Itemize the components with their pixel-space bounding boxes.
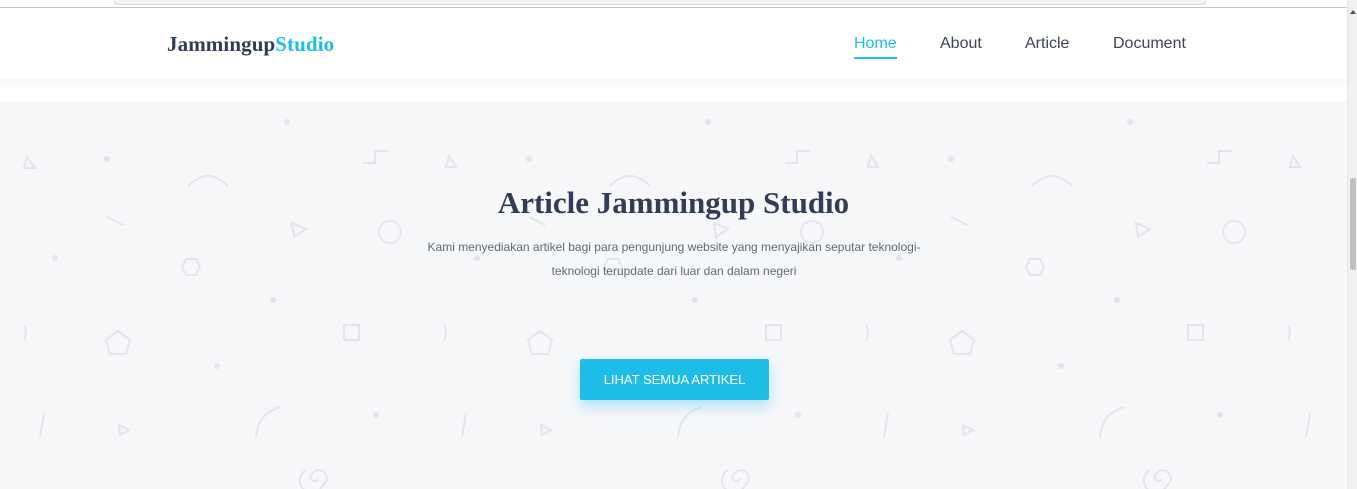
browser-address-bar[interactable] bbox=[113, 0, 1207, 5]
nav-article-link[interactable]: Article bbox=[1025, 35, 1069, 53]
scrollbar-thumb[interactable] bbox=[1350, 178, 1356, 270]
nav-document-link[interactable]: Document bbox=[1113, 35, 1186, 53]
view-all-articles-button[interactable]: LIHAT SEMUA ARTIKEL bbox=[580, 359, 769, 400]
scroll-up-arrow-icon[interactable] bbox=[1350, 10, 1356, 14]
nav-home-link[interactable]: Home bbox=[854, 35, 897, 59]
main-nav: Home About Article Document bbox=[0, 35, 1347, 65]
background-pattern bbox=[22, 119, 1311, 489]
nav-about-link[interactable]: About bbox=[940, 35, 982, 53]
navbar: JammingupStudio Home About Article Docum… bbox=[0, 8, 1347, 79]
hero-section: Article Jammingup Studio Kami menyediaka… bbox=[0, 101, 1347, 489]
page-scrollbar[interactable] bbox=[1347, 0, 1357, 489]
hero-description: Kami menyediakan artikel bagi para pengu… bbox=[427, 240, 921, 278]
browser-top-strip bbox=[0, 0, 1347, 8]
hero-title: Article Jammingup Studio bbox=[497, 185, 850, 220]
